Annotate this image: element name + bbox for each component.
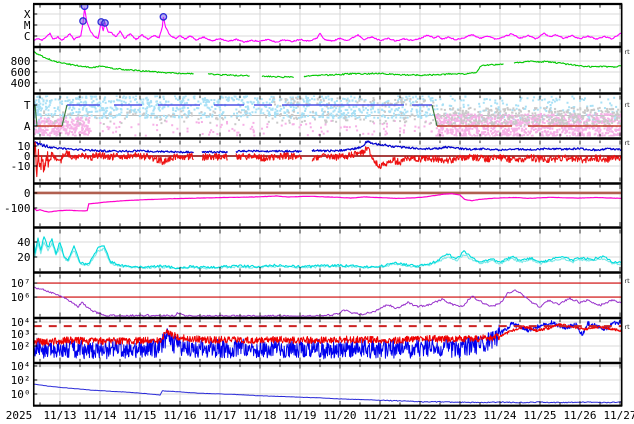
x-tick-label: 11/16 xyxy=(163,409,196,422)
y-tick-label-electron-flux: 10⁶ xyxy=(11,291,31,304)
y-tick-label-lower-flux: 10⁴ xyxy=(11,360,31,373)
y-tick-label-dst: 0 xyxy=(24,187,31,200)
right-margin-rt-label: rt xyxy=(625,48,631,56)
x-tick-label: 11/21 xyxy=(363,409,396,422)
y-tick-label-dst: -100 xyxy=(4,202,31,215)
x-tick-label: 11/20 xyxy=(323,409,356,422)
right-margin-rt-label: rt xyxy=(625,323,631,331)
y-tick-label-xray: C xyxy=(24,30,31,43)
right-margin-rt-label: rt xyxy=(625,101,631,109)
x-tick-label: 11/15 xyxy=(123,409,156,422)
y-tick-label-electron-flux: 10⁷ xyxy=(11,277,31,290)
x-tick-label: 11/18 xyxy=(243,409,276,422)
solar-terrestrial-activity-chart: XMC800600400TA100-100-100402010⁷10⁶10⁴10… xyxy=(0,0,634,424)
flare-marker-circle xyxy=(160,14,166,20)
x-tick-label: 11/27 xyxy=(603,409,634,422)
y-tick-label-density: 20 xyxy=(17,251,30,264)
x-tick-label: 11/26 xyxy=(563,409,596,422)
chart-canvas: XMC800600400TA100-100-100402010⁷10⁶10⁴10… xyxy=(0,0,634,424)
x-tick-label: 11/17 xyxy=(203,409,236,422)
x-tick-label: 11/24 xyxy=(483,409,516,422)
y-tick-label-lower-flux: 10² xyxy=(11,374,31,387)
x-tick-label: 11/13 xyxy=(43,409,76,422)
flare-marker-circle xyxy=(80,18,86,24)
x-axis-year-label: 2025 xyxy=(6,409,33,422)
x-tick-label: 11/14 xyxy=(83,409,116,422)
flare-marker-circle xyxy=(102,20,108,26)
y-tick-label-proton-flux: 10² xyxy=(11,340,31,353)
x-tick-label: 11/23 xyxy=(443,409,476,422)
x-tick-label: 11/25 xyxy=(523,409,556,422)
right-margin-rt-label: rt xyxy=(625,277,631,285)
y-tick-label-imf-bz: -10 xyxy=(11,160,31,173)
right-margin-rt-label: rt xyxy=(625,139,631,147)
y-tick-label-imf-sector: A xyxy=(24,120,31,133)
x-tick-label: 11/19 xyxy=(283,409,316,422)
chart-background xyxy=(0,0,634,424)
y-tick-label-lower-flux: 10⁰ xyxy=(11,388,31,401)
x-tick-label: 11/22 xyxy=(403,409,436,422)
y-tick-label-imf-sector: T xyxy=(24,99,31,112)
y-tick-label-density: 40 xyxy=(17,236,30,249)
y-tick-label-solar-wind-speed: 400 xyxy=(11,77,31,90)
